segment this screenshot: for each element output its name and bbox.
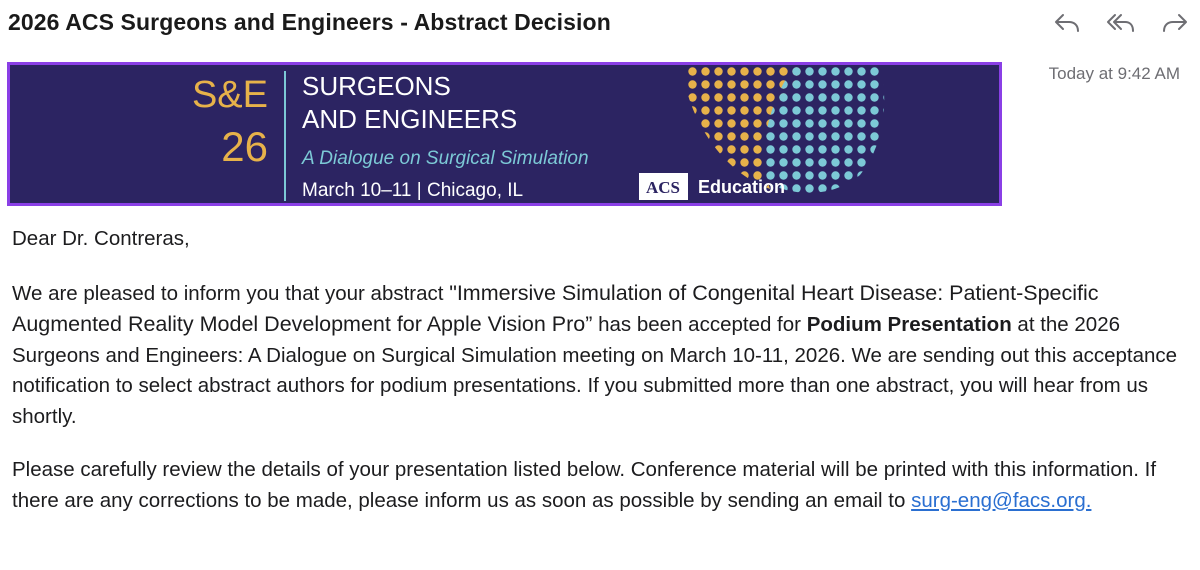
banner-logo-se: S&E (192, 74, 268, 116)
reply-all-button[interactable] (1104, 7, 1138, 37)
banner-title-line2: AND ENGINEERS (302, 104, 517, 134)
reply-icon (1055, 14, 1079, 32)
forward-icon (1163, 14, 1187, 32)
acceptance-text-start: We are pleased to inform you that your a… (12, 281, 450, 305)
banner-tagline: A Dialogue on Surgical Simulation (301, 148, 589, 169)
greeting: Dear Dr. Contreras, (12, 227, 190, 250)
acceptance-text-mid: has been accepted for (592, 313, 807, 336)
acceptance-paragraph: We are pleased to inform you that your a… (12, 278, 1182, 433)
email-header: 2026 ACS Surgeons and Engineers - Abstra… (8, 0, 1192, 44)
email-link[interactable]: surg-eng@facs.org. (911, 489, 1091, 512)
forward-button[interactable] (1158, 7, 1192, 37)
email-subject: 2026 ACS Surgeons and Engineers - Abstra… (8, 8, 611, 35)
reply-all-icon (1107, 14, 1134, 32)
banner-title-line1: SURGEONS (302, 71, 451, 101)
acs-education-label: Education (698, 177, 785, 197)
banner-date-location: March 10–11 | Chicago, IL (302, 180, 523, 201)
email-body: Dear Dr. Contreras, We are pleased to in… (12, 224, 1182, 516)
presentation-type: Podium Presentation (806, 313, 1012, 336)
review-paragraph: Please carefully review the details of y… (12, 455, 1182, 516)
banner-logo-year: 26 (221, 123, 268, 170)
reply-button[interactable] (1050, 7, 1084, 37)
acs-logo-text: ACS (646, 178, 680, 197)
email-timestamp: Today at 9:42 AM (1048, 64, 1180, 83)
conference-banner-image: S&E 26 SURGEONS AND ENGINEERS A Dialogue… (7, 62, 1002, 206)
message-actions (1050, 7, 1192, 37)
email-viewer: 2026 ACS Surgeons and Engineers - Abstra… (0, 0, 1200, 570)
